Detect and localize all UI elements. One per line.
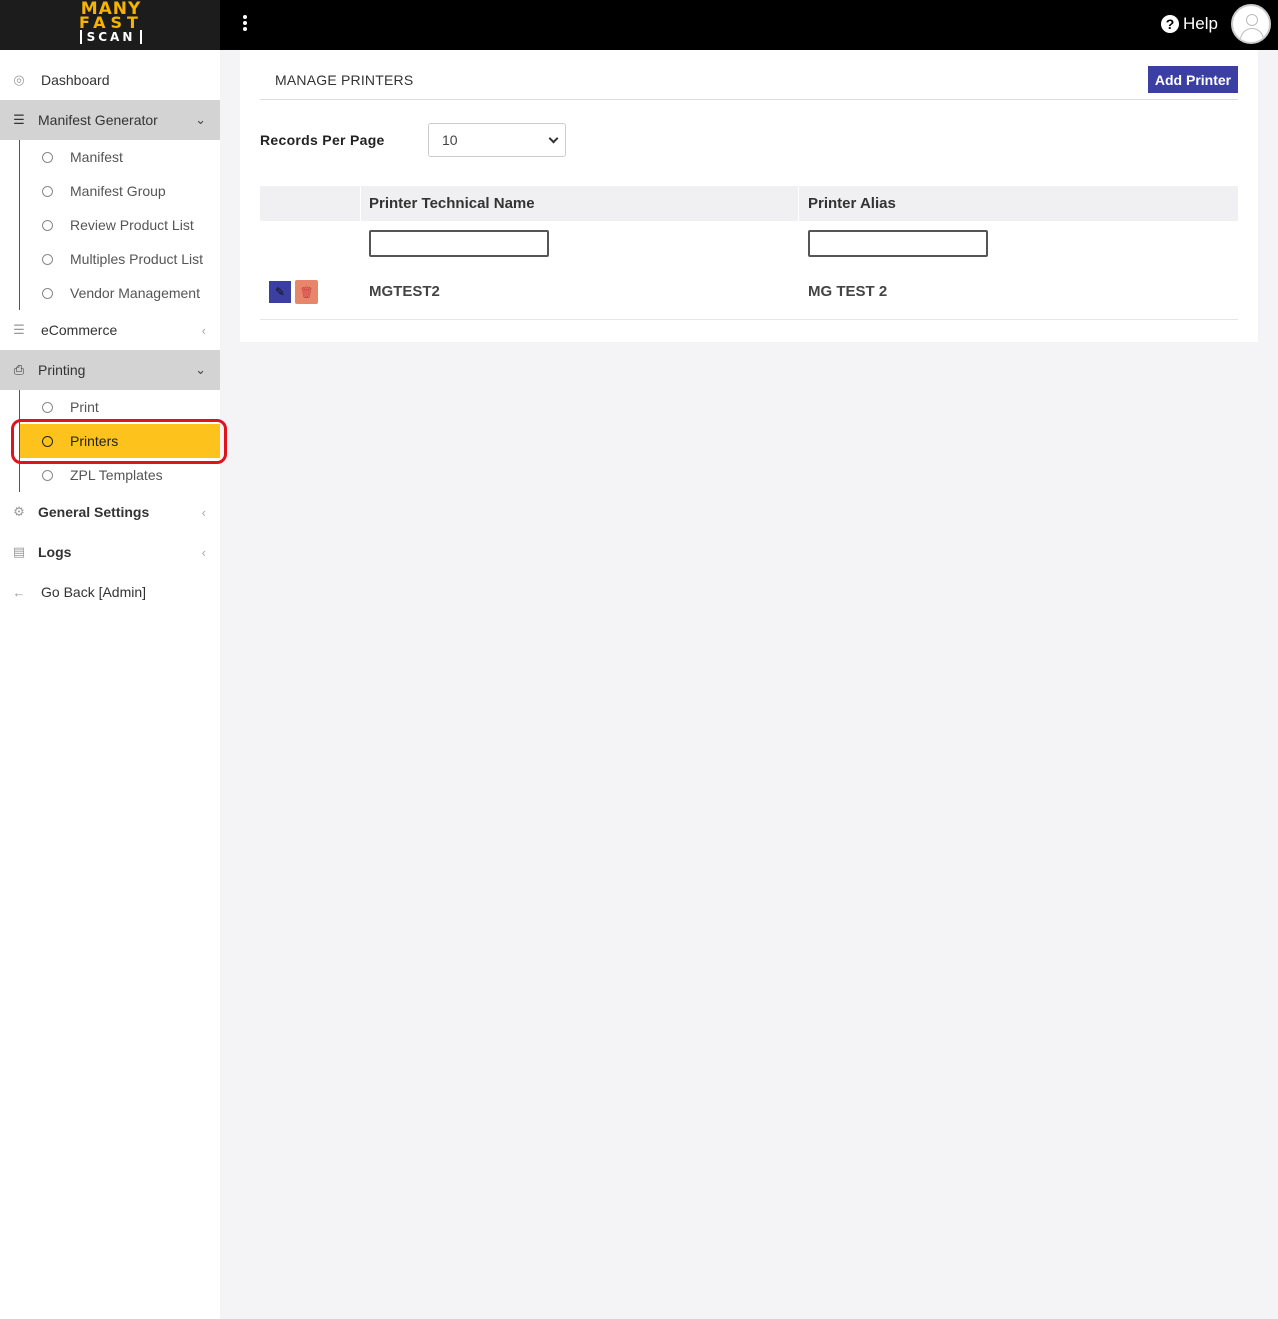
sidebar-item-manifest-group[interactable]: Manifest Group <box>20 174 220 208</box>
sidebar-item-label: Manifest <box>70 149 123 165</box>
sidebar-item-label: Print <box>70 399 99 415</box>
sidebar-item-label: Printers <box>70 433 119 449</box>
sidebar-item-label: Logs <box>38 544 72 560</box>
delete-button[interactable]: 🗑 <box>295 280 318 304</box>
table-header: Printer Technical Name Printer Alias <box>260 186 1238 221</box>
sidebar-group-manifest-generator[interactable]: ☰ Manifest Generator ⌄ <box>0 100 220 140</box>
arrow-left-icon: ← <box>12 584 26 600</box>
column-header-alias: Printer Alias <box>808 195 896 212</box>
add-printer-button[interactable]: Add Printer <box>1148 66 1238 93</box>
sidebar-item-review-product-list[interactable]: Review Product List <box>20 208 220 242</box>
sidebar-group-label: Manifest Generator <box>38 112 158 128</box>
sidebar-item-general-settings[interactable]: ⚙ General Settings ‹ <box>0 492 220 532</box>
sidebar-group-label: Printing <box>38 362 86 378</box>
sidebar-item-multiples-product-list[interactable]: Multiples Product List <box>20 242 220 276</box>
list-icon: ☰ <box>13 112 25 127</box>
circle-icon <box>42 219 53 231</box>
table-row-divider <box>260 319 1238 320</box>
top-navbar: MANY FAST SCAN ? Help <box>0 0 1278 50</box>
sidebar-item-label: Go Back [Admin] <box>41 584 147 600</box>
logo-line-2: FAST <box>79 13 143 32</box>
page-title: MANAGE PRINTERS <box>275 72 414 88</box>
sidebar-item-label: General Settings <box>38 504 150 520</box>
user-avatar[interactable] <box>1231 4 1271 44</box>
filter-alias-input[interactable] <box>808 230 988 257</box>
sidebar-item-print[interactable]: Print <box>20 390 220 424</box>
sidebar-item-printers[interactable]: Printers <box>20 424 220 458</box>
records-per-page-value: 10 <box>442 132 458 148</box>
help-link[interactable]: ? Help <box>1161 13 1218 35</box>
filter-technical-name-input[interactable] <box>369 230 549 257</box>
sidebar-item-go-back[interactable]: ← Go Back [Admin] <box>0 572 220 612</box>
sidebar-item-label: Manifest Group <box>70 183 166 199</box>
archive-icon: ▤ <box>12 544 26 559</box>
sidebar-item-label: eCommerce <box>41 322 118 338</box>
cell-alias: MG TEST 2 <box>808 283 888 300</box>
chevron-left-icon: ‹ <box>201 322 206 338</box>
manage-printers-panel: MANAGE PRINTERS Add Printer Records Per … <box>240 50 1258 342</box>
circle-icon <box>42 253 53 265</box>
circle-icon <box>42 185 53 197</box>
sidebar-item-label: Vendor Management <box>70 285 200 301</box>
cell-technical-name: MGTEST2 <box>369 283 440 300</box>
records-per-page-label: Records Per Page <box>260 132 385 148</box>
logo-line-3: SCAN <box>80 30 142 44</box>
list-icon: ☰ <box>13 322 25 337</box>
sidebar-item-manifest[interactable]: Manifest <box>20 140 220 174</box>
sidebar-item-zpl-templates[interactable]: ZPL Templates <box>20 458 220 492</box>
column-header-technical-name: Printer Technical Name <box>369 195 535 212</box>
gears-icon: ⚙ <box>13 504 25 519</box>
chevron-left-icon: ‹ <box>201 544 206 560</box>
circle-icon <box>42 287 53 299</box>
circle-icon <box>42 435 53 447</box>
menu-toggle-icon[interactable] <box>240 13 250 35</box>
circle-icon <box>42 469 53 481</box>
sidebar-group-printing[interactable]: ⎙ Printing ⌄ <box>0 350 220 390</box>
divider <box>260 99 1238 100</box>
sidebar-item-label: ZPL Templates <box>70 467 163 483</box>
help-label: Help <box>1183 14 1218 33</box>
question-circle-icon: ? <box>1161 15 1179 33</box>
sidebar: ◎ Dashboard ☰ Manifest Generator ⌄ Manif… <box>0 50 220 1319</box>
sidebar-item-dashboard[interactable]: ◎ Dashboard <box>0 60 220 100</box>
circle-icon <box>42 401 53 413</box>
edit-button[interactable]: ✎ <box>269 281 291 303</box>
dashboard-icon: ◎ <box>13 72 25 87</box>
logo-text: MANY FAST SCAN <box>78 1 144 48</box>
chevron-down-icon: ⌄ <box>195 362 206 377</box>
chevron-left-icon: ‹ <box>201 504 206 520</box>
sidebar-item-label: Multiples Product List <box>70 251 204 267</box>
chevron-down-icon <box>548 133 559 144</box>
sidebar-item-ecommerce[interactable]: ☰ eCommerce ‹ <box>0 310 220 350</box>
logo[interactable]: MANY FAST SCAN <box>0 0 220 50</box>
sidebar-item-vendor-management[interactable]: Vendor Management <box>20 276 220 310</box>
sidebar-item-logs[interactable]: ▤ Logs ‹ <box>0 532 220 572</box>
chevron-down-icon: ⌄ <box>195 112 206 127</box>
sidebar-item-label: Review Product List <box>70 217 194 233</box>
circle-icon <box>42 151 53 163</box>
pencil-icon: ✎ <box>274 285 286 299</box>
records-per-page-select[interactable]: 10 <box>428 123 566 157</box>
trash-icon: 🗑 <box>299 286 314 299</box>
sidebar-item-label: Dashboard <box>41 72 110 88</box>
printer-icon: ⎙ <box>13 362 25 377</box>
